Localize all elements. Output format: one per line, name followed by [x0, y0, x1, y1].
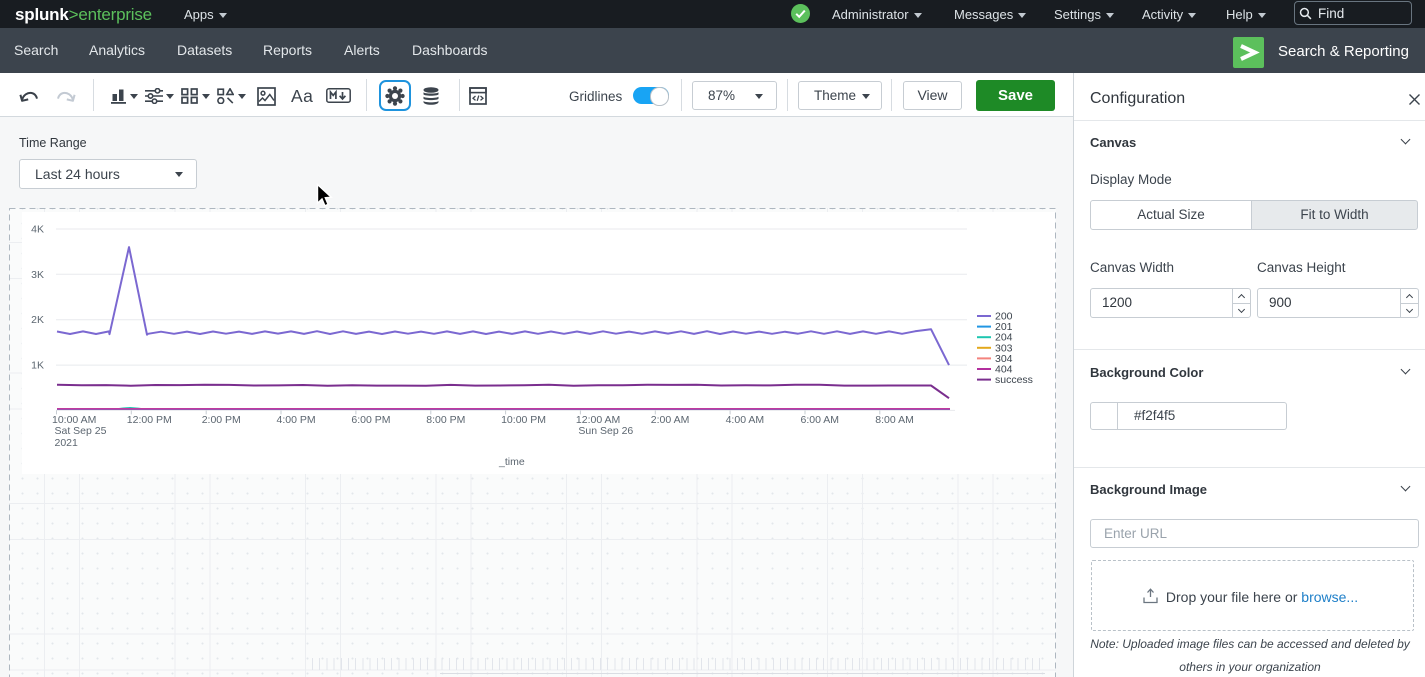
svg-text:_time: _time: [498, 456, 525, 468]
svg-text:12:00 PM: 12:00 PM: [127, 414, 172, 426]
svg-text:success: success: [995, 374, 1033, 386]
svg-text:2:00 PM: 2:00 PM: [202, 414, 241, 426]
svg-text:4K: 4K: [31, 224, 44, 236]
svg-text:1K: 1K: [31, 360, 44, 372]
svg-text:2021: 2021: [55, 437, 79, 449]
svg-text:Sat Sep 25: Sat Sep 25: [55, 425, 107, 437]
svg-text:8:00 PM: 8:00 PM: [426, 414, 465, 426]
svg-text:4:00 PM: 4:00 PM: [277, 414, 316, 426]
svg-text:Sun Sep 26: Sun Sep 26: [578, 425, 633, 437]
svg-text:8:00 AM: 8:00 AM: [875, 414, 914, 426]
svg-text:2K: 2K: [31, 314, 44, 326]
svg-text:6:00 PM: 6:00 PM: [351, 414, 390, 426]
svg-text:2:00 AM: 2:00 AM: [651, 414, 690, 426]
svg-text:4:00 AM: 4:00 AM: [726, 414, 765, 426]
svg-text:10:00 PM: 10:00 PM: [501, 414, 546, 426]
svg-text:6:00 AM: 6:00 AM: [801, 414, 840, 426]
svg-text:3K: 3K: [31, 269, 44, 281]
